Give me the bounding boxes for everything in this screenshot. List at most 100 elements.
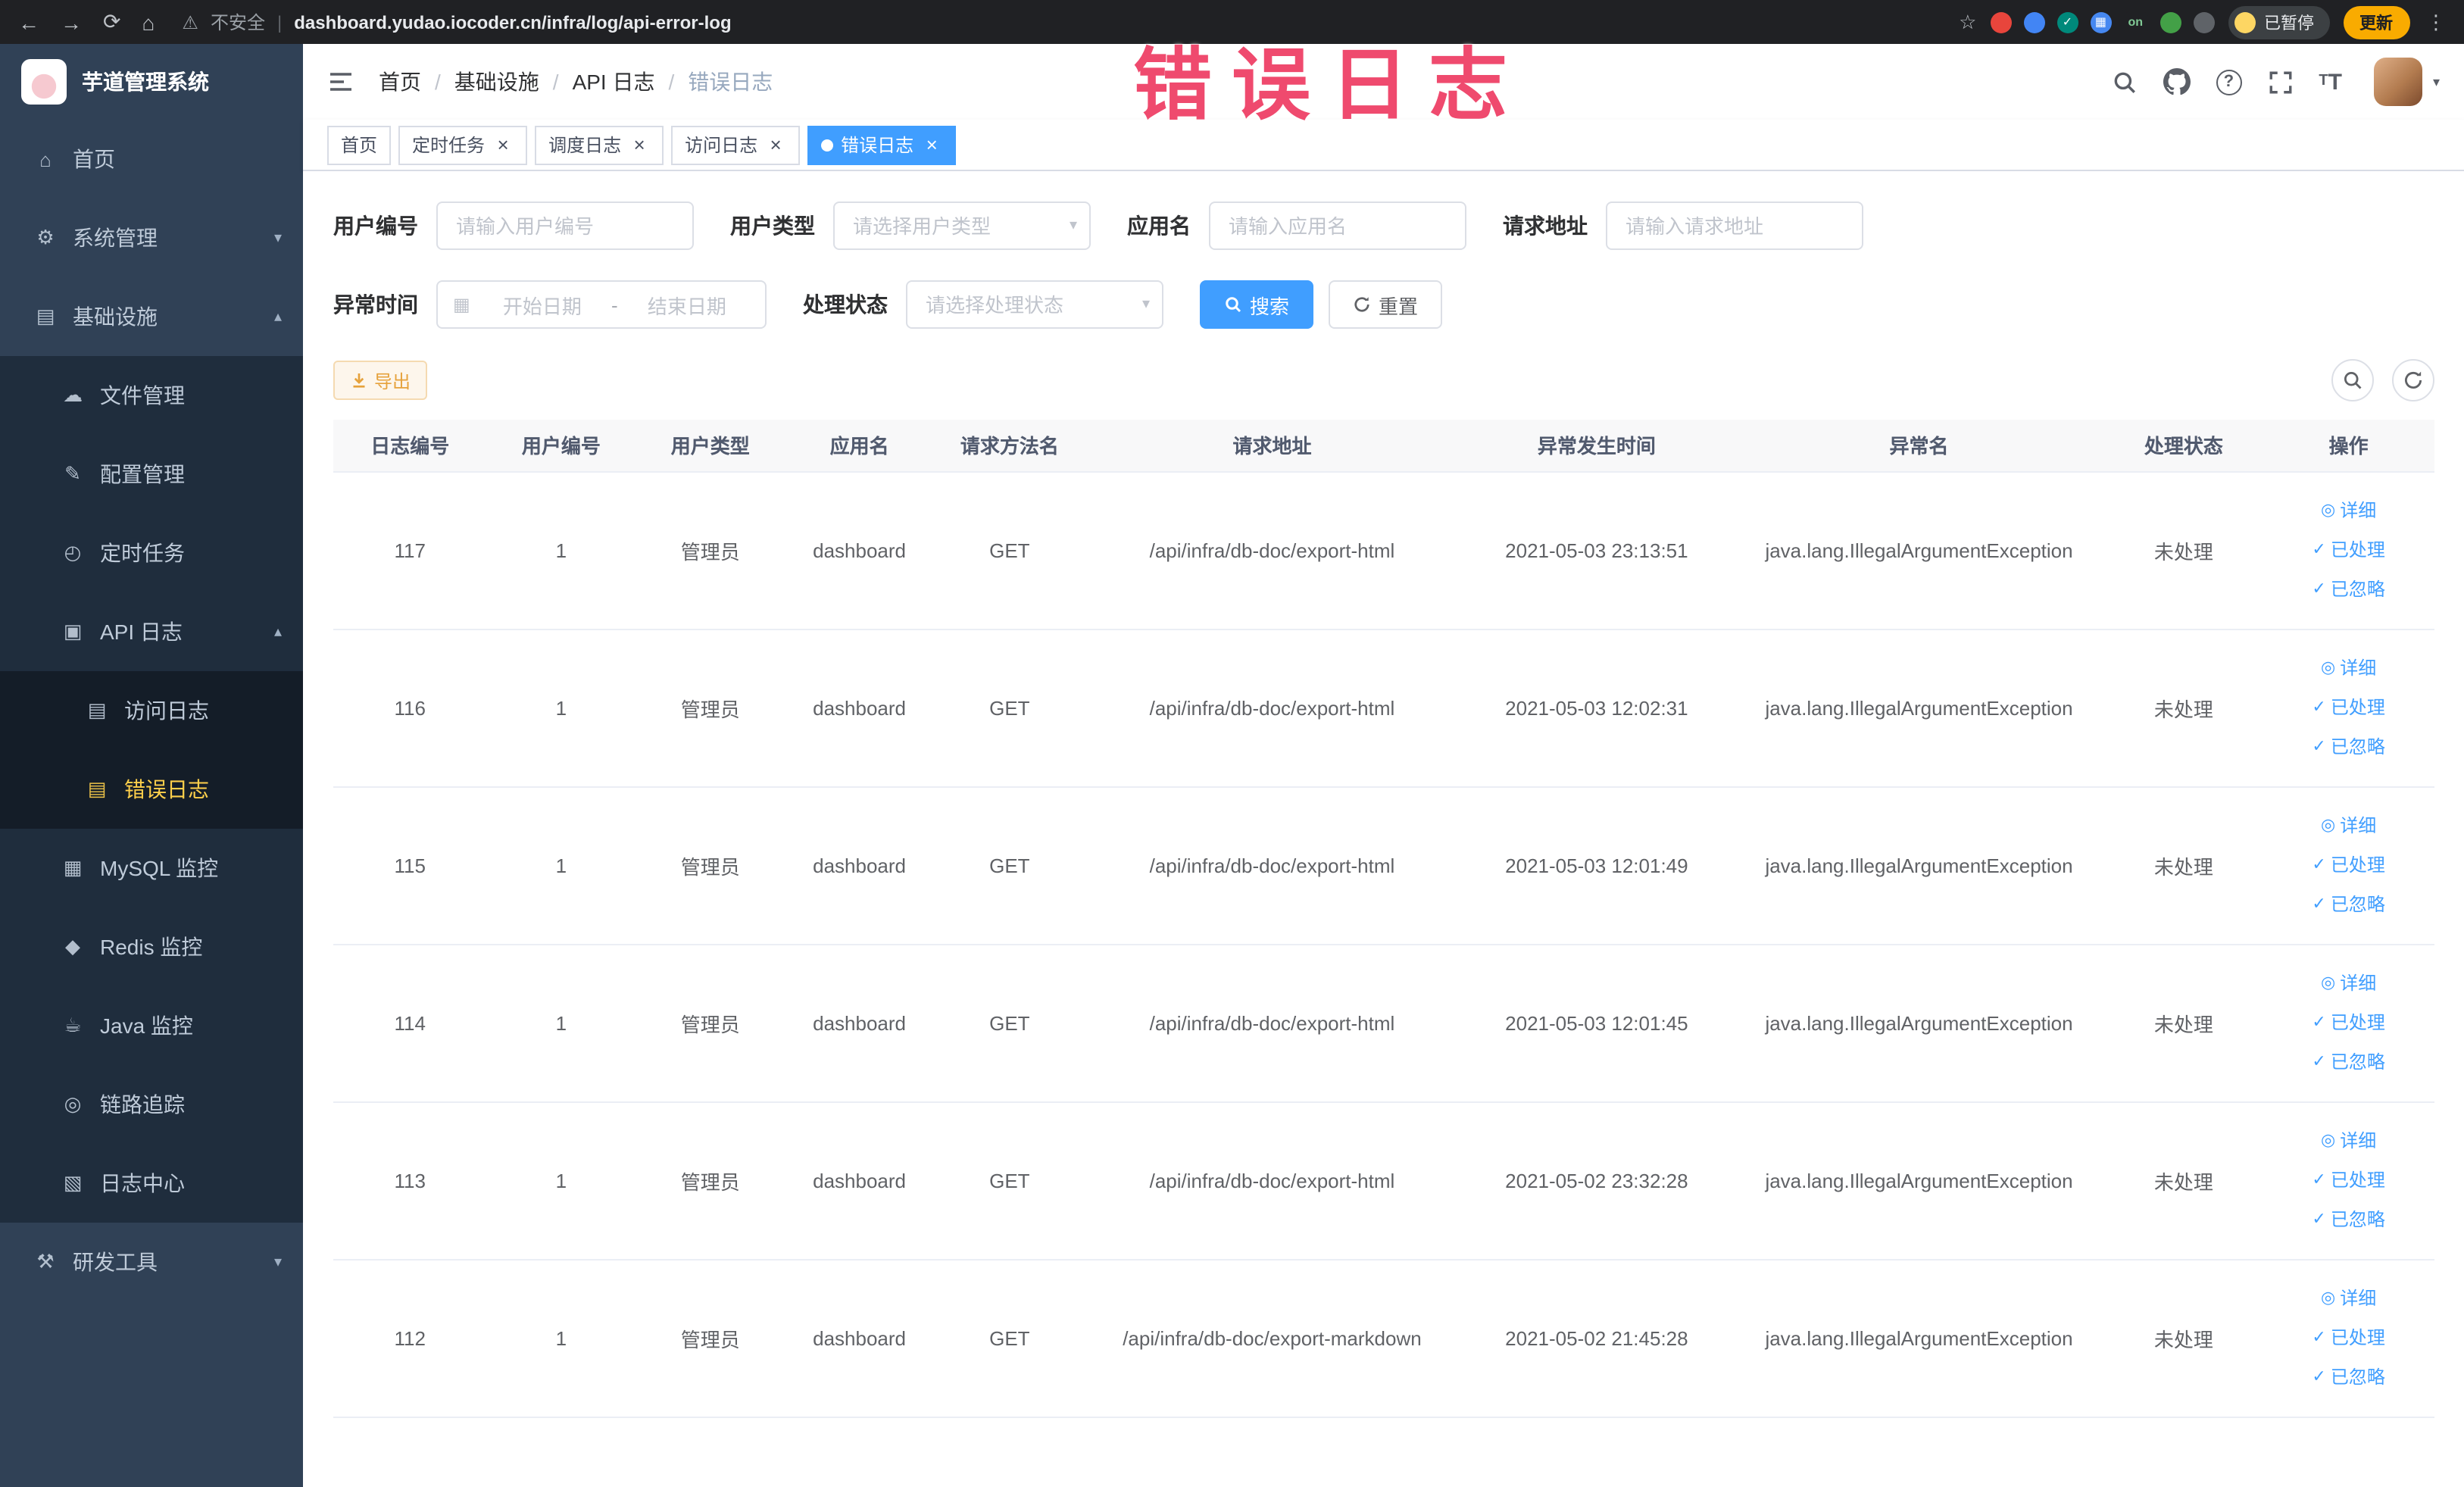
check-icon: ✓ [2312, 1014, 2326, 1032]
sidebar-item-label: 配置管理 [100, 462, 185, 486]
action-label: 已忽略 [2330, 579, 2385, 600]
bookmark-star-icon[interactable]: ☆ [1959, 10, 1976, 34]
sidebar-item-system-mgmt[interactable]: ⚙ 系统管理 ▾ [0, 198, 303, 277]
user-type-select[interactable] [833, 201, 1091, 250]
user-id-input[interactable] [436, 201, 694, 250]
cell-request-url: /api/infra/db-doc/export-html [1085, 786, 1460, 945]
extension-red-icon[interactable] [1990, 11, 2012, 33]
action-processed-link[interactable]: ✓ 已处理 [2266, 845, 2431, 885]
eye-icon: ◎ [2321, 501, 2336, 520]
action-detail-link[interactable]: ◎ 详细 [2266, 1279, 2431, 1318]
close-icon[interactable]: × [629, 134, 650, 155]
extension-blue-grid-icon[interactable]: ▦ [2090, 11, 2112, 33]
paused-extension-button[interactable]: 已暂停 [2228, 5, 2329, 39]
sidebar-item-cron-job[interactable]: ◴ 定时任务 [0, 514, 303, 592]
export-button[interactable]: 导出 [333, 361, 428, 400]
reload-icon[interactable]: ⟳ [103, 9, 120, 35]
tab-access-log[interactable]: 访问日志 × [671, 125, 801, 164]
tab-label: 错误日志 [841, 135, 914, 156]
cell-log-id: 112 [333, 1259, 487, 1417]
cell-status: 未处理 [2103, 786, 2264, 945]
address-bar[interactable]: ⚠ 不安全 | dashboard.yudao.iocoder.cn/infra… [182, 9, 1959, 35]
action-label: 详细 [2340, 658, 2377, 679]
tab-schedule-log[interactable]: 调度日志 × [535, 125, 664, 164]
github-icon[interactable] [2163, 68, 2191, 95]
close-icon[interactable]: × [921, 134, 942, 155]
sidebar-item-home[interactable]: ⌂ 首页 [0, 120, 303, 198]
sidebar-item-config-mgmt[interactable]: ✎ 配置管理 [0, 435, 303, 514]
extension-on-badge-icon[interactable]: on [2123, 11, 2147, 33]
browser-home-icon[interactable]: ⌂ [142, 10, 155, 34]
action-ignored-link[interactable]: ✓ 已忽略 [2266, 1042, 2431, 1082]
action-processed-link[interactable]: ✓ 已处理 [2266, 688, 2431, 727]
sidebar-item-label: 链路追踪 [100, 1092, 185, 1117]
extension-teal-check-icon[interactable]: ✓ [2056, 11, 2078, 33]
action-ignored-link[interactable]: ✓ 已忽略 [2266, 1200, 2431, 1239]
sidebar-item-label: 基础设施 [73, 305, 158, 329]
update-button[interactable]: 更新 [2343, 5, 2409, 39]
avatar [2373, 58, 2422, 106]
action-processed-link[interactable]: ✓ 已处理 [2266, 1003, 2431, 1042]
logo[interactable]: 芋道管理系统 [0, 44, 303, 120]
check-icon: ✓ [2312, 698, 2326, 717]
action-processed-link[interactable]: ✓ 已处理 [2266, 530, 2431, 570]
extension-paw-icon[interactable] [2193, 11, 2214, 33]
redis-monitor-icon: ◆ [65, 935, 80, 957]
toggle-search-button[interactable] [2331, 359, 2373, 401]
breadcrumb-item[interactable]: 首页 [379, 67, 421, 97]
sidebar-item-dev-tools[interactable]: ⚒ 研发工具 ▾ [0, 1223, 303, 1301]
tab-cron-job[interactable]: 定时任务 × [398, 125, 528, 164]
user-menu[interactable]: ▾ [2373, 58, 2440, 106]
sidebar-item-java-monitor[interactable]: ☕ Java 监控 [0, 986, 303, 1065]
sidebar-item-access-log[interactable]: ▤ 访问日志 [0, 671, 303, 750]
action-processed-link[interactable]: ✓ 已处理 [2266, 1161, 2431, 1200]
chevron-up-icon: ▴ [273, 623, 282, 640]
search-icon[interactable] [2111, 69, 2137, 95]
hamburger-icon[interactable] [327, 68, 354, 95]
action-ignored-link[interactable]: ✓ 已忽略 [2266, 885, 2431, 924]
breadcrumb-item[interactable]: API 日志 [573, 67, 655, 97]
sidebar-item-file-mgmt[interactable]: ☁ 文件管理 [0, 356, 303, 435]
action-detail-link[interactable]: ◎ 详细 [2266, 964, 2431, 1003]
request-url-input[interactable] [1606, 201, 1863, 250]
action-detail-link[interactable]: ◎ 详细 [2266, 1121, 2431, 1161]
cell-user-type: 管理员 [636, 629, 785, 787]
action-detail-link[interactable]: ◎ 详细 [2266, 648, 2431, 688]
action-ignored-link[interactable]: ✓ 已忽略 [2266, 570, 2431, 609]
sidebar-item-api-log[interactable]: ▣ API 日志 ▴ [0, 592, 303, 671]
font-size-icon[interactable]: TT [2319, 70, 2342, 93]
action-ignored-link[interactable]: ✓ 已忽略 [2266, 1357, 2431, 1397]
cell-actions: ◎ 详细 ✓ 已处理 ✓ 已忽略 [2263, 1101, 2434, 1260]
action-ignored-link[interactable]: ✓ 已忽略 [2266, 727, 2431, 767]
search-button[interactable]: 搜索 [1200, 280, 1314, 329]
security-label: 不安全 [210, 12, 265, 33]
sidebar-item-trace[interactable]: ◎ 链路追踪 [0, 1065, 303, 1144]
action-detail-link[interactable]: ◎ 详细 [2266, 806, 2431, 845]
exception-time-range-picker[interactable]: ▦ 开始日期 - 结束日期 [436, 280, 767, 329]
smiley-icon [2234, 11, 2255, 33]
extension-blue-drop-icon[interactable] [2023, 11, 2045, 33]
reset-button[interactable]: 重置 [1329, 280, 1443, 329]
sidebar-item-log-center[interactable]: ▧ 日志中心 [0, 1144, 303, 1223]
help-icon[interactable]: ? [2216, 69, 2242, 95]
sidebar-item-label: 定时任务 [100, 541, 185, 565]
process-status-select[interactable] [906, 280, 1163, 329]
extension-green-plant-icon[interactable] [2160, 11, 2181, 33]
action-processed-link[interactable]: ✓ 已处理 [2266, 1318, 2431, 1357]
refresh-button[interactable] [2391, 359, 2434, 401]
forward-icon[interactable]: → [61, 10, 82, 34]
sidebar-item-error-log[interactable]: ▤ 错误日志 [0, 750, 303, 829]
tab-home[interactable]: 首页 [327, 125, 392, 164]
breadcrumb-item[interactable]: 基础设施 [454, 67, 539, 97]
back-icon[interactable]: ← [18, 10, 39, 34]
browser-menu-icon[interactable]: ⋮ [2426, 10, 2446, 34]
sidebar-item-redis-monitor[interactable]: ◆ Redis 监控 [0, 908, 303, 986]
sidebar-item-infra[interactable]: ▤ 基础设施 ▴ [0, 277, 303, 356]
close-icon[interactable]: × [492, 134, 514, 155]
fullscreen-icon[interactable] [2267, 69, 2293, 95]
tab-error-log[interactable]: 错误日志 × [807, 125, 957, 164]
close-icon[interactable]: × [765, 134, 786, 155]
sidebar-item-mysql-monitor[interactable]: ▦ MySQL 监控 [0, 829, 303, 908]
action-detail-link[interactable]: ◎ 详细 [2266, 491, 2431, 530]
app-name-input[interactable] [1209, 201, 1466, 250]
